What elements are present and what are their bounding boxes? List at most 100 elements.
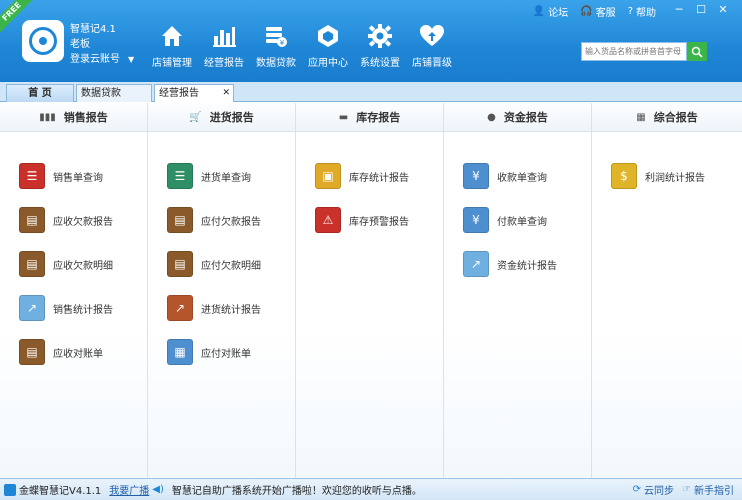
nav-data-loan[interactable]: ¥ 数据贷款: [250, 22, 302, 69]
stats-chart-icon: ↗: [167, 295, 193, 321]
report-item[interactable]: ▦ 应付对账单: [148, 330, 295, 374]
app-small-icon: [4, 483, 16, 496]
item-label: 应收对账单: [53, 348, 103, 360]
nav-label: 应用中心: [308, 58, 348, 69]
help-link[interactable]: ? 帮助: [628, 4, 656, 19]
yuan-payment-icon: ¥: [463, 207, 489, 233]
report-item[interactable]: ¥ 付款单查询: [444, 198, 591, 242]
version-label: 金蝶智慧记V4.1.1: [19, 486, 102, 497]
report-item[interactable]: ↗ 销售统计报告: [0, 286, 147, 330]
guide-icon: ☞: [682, 484, 691, 495]
tab-business-report[interactable]: 经营报告 ✕: [154, 84, 234, 102]
search-icon: [691, 46, 703, 58]
report-item[interactable]: ▤ 应收欠款明细: [0, 242, 147, 286]
item-label: 应付对账单: [201, 348, 251, 360]
broadcast-link[interactable]: 我要广播: [109, 482, 149, 497]
guide-label: 新手指引: [694, 486, 734, 497]
forum-link[interactable]: 👤 论坛: [533, 4, 568, 19]
sales-order-icon: ☰: [19, 163, 45, 189]
purchase-order-icon: ☰: [167, 163, 193, 189]
bar-chart-icon: [198, 22, 250, 50]
tab-bar: 首 页 数据贷款 经营报告 ✕: [0, 82, 742, 102]
item-label: 进货单查询: [201, 172, 251, 184]
report-item[interactable]: ¥ 收款单查询: [444, 154, 591, 198]
item-label: 资金统计报告: [497, 260, 557, 272]
nav-label: 经营报告: [204, 58, 244, 69]
product-search: [581, 42, 707, 61]
item-label: 销售单查询: [53, 172, 103, 184]
bulb-icon: [29, 27, 57, 55]
report-item[interactable]: ▤ 应付欠款报告: [148, 198, 295, 242]
item-label: 付款单查询: [497, 216, 547, 228]
wallet-detail-icon: ▤: [19, 251, 45, 277]
column-header: ▦ 综合报告: [592, 103, 742, 132]
nav-label: 系统设置: [360, 58, 400, 69]
calendar-icon: ▦: [167, 339, 193, 365]
svg-text:¥: ¥: [280, 39, 285, 47]
cart-icon: 🛒: [189, 111, 202, 123]
report-item[interactable]: $ 利润统计报告: [592, 154, 742, 198]
report-item[interactable]: ☰ 销售单查询: [0, 154, 147, 198]
close-tab-icon[interactable]: ✕: [222, 85, 230, 102]
coin-icon: ●: [487, 111, 496, 123]
report-item[interactable]: ⚠ 库存预警报告: [296, 198, 443, 242]
nav-shop-upgrade[interactable]: 店铺晋级: [406, 22, 458, 69]
column-header: ▬ 库存报告: [296, 103, 443, 132]
warning-icon: ⚠: [315, 207, 341, 233]
column-purchase: 🛒 进货报告 ☰ 进货单查询 ▤ 应付欠款报告 ▤ 应付欠款明细 ↗ 进货统计报告 ▦ 应付…: [148, 103, 296, 478]
window-controls: ─ ☐ ✕: [668, 3, 734, 16]
column-header: 🛒 进货报告: [148, 103, 295, 132]
cloud-login-link[interactable]: 登录云账号: [70, 54, 120, 65]
gear-icon: [354, 22, 406, 50]
guide-link[interactable]: ☞ 新手指引: [682, 482, 734, 497]
item-label: 应付欠款报告: [201, 216, 261, 228]
box-stats-icon: ▣: [315, 163, 341, 189]
search-button[interactable]: [687, 42, 707, 61]
fund-stats-icon: ↗: [463, 251, 489, 277]
nav-label: 店铺晋级: [412, 58, 452, 69]
nav-app-center[interactable]: 应用中心: [302, 22, 354, 69]
item-label: 应收欠款明细: [53, 260, 113, 272]
nav-label: 店铺管理: [152, 58, 192, 69]
nav-business-report[interactable]: 经营报告: [198, 22, 250, 69]
report-item[interactable]: ☰ 进货单查询: [148, 154, 295, 198]
cloud-sync-link[interactable]: ⟳ 云同步: [633, 482, 674, 497]
report-item[interactable]: ▣ 库存统计报告: [296, 154, 443, 198]
stats-chart-icon: ↗: [19, 295, 45, 321]
tab-data-loan[interactable]: 数据贷款: [76, 84, 152, 102]
wallet-icon: ▤: [19, 207, 45, 233]
loan-stack-icon: ¥: [250, 22, 302, 50]
top-links: 👤 论坛 🎧 客服 ? 帮助: [521, 4, 656, 19]
user-role: 老板: [70, 39, 90, 50]
tab-home[interactable]: 首 页: [6, 84, 74, 102]
column-title: 资金报告: [503, 111, 548, 124]
app-name: 智慧记4.1: [70, 24, 116, 35]
column-title: 进货报告: [209, 111, 254, 124]
chevron-down-icon[interactable]: ▼: [128, 55, 134, 64]
nav-shop-management[interactable]: 店铺管理: [146, 22, 198, 69]
speaker-icon[interactable]: ◀): [152, 484, 164, 495]
app-logo: [22, 20, 64, 62]
report-item[interactable]: ▤ 应收对账单: [0, 330, 147, 374]
nav-system-settings[interactable]: 系统设置: [354, 22, 406, 69]
broadcast-message: 智慧记自助广播系统开始广播啦！欢迎您的收听与点播。: [171, 486, 422, 497]
user-box[interactable]: 智慧记4.1 老板 登录云账号 ▼: [70, 22, 134, 67]
cloud-sync-icon: ⟳: [632, 484, 642, 495]
maximize-icon[interactable]: ☐: [690, 3, 712, 16]
heart-upgrade-icon: [406, 22, 458, 50]
report-item[interactable]: ▤ 应付欠款明细: [148, 242, 295, 286]
report-item[interactable]: ▤ 应收欠款报告: [0, 198, 147, 242]
report-columns: ▮▮▮ 销售报告 ☰ 销售单查询 ▤ 应收欠款报告 ▤ 应收欠款明细 ↗ 销售统计报告 ▤…: [0, 103, 742, 478]
main-nav: 店铺管理 经营报告 ¥ 数据贷款 应用中心 系统设置 店铺晋级: [146, 22, 458, 69]
search-input[interactable]: [581, 42, 687, 61]
item-label: 应收欠款报告: [53, 216, 113, 228]
service-label: 客服: [595, 8, 616, 19]
report-item[interactable]: ↗ 进货统计报告: [148, 286, 295, 330]
column-header: ▮▮▮ 销售报告: [0, 103, 147, 132]
report-item[interactable]: ↗ 资金统计报告: [444, 242, 591, 286]
service-link[interactable]: 🎧 客服: [580, 4, 615, 19]
item-label: 销售统计报告: [53, 304, 113, 316]
status-bar: 金蝶智慧记V4.1.1 我要广播 ◀) 智慧记自助广播系统开始广播啦！欢迎您的收…: [0, 478, 742, 500]
close-icon[interactable]: ✕: [712, 3, 734, 16]
minimize-icon[interactable]: ─: [668, 3, 690, 16]
